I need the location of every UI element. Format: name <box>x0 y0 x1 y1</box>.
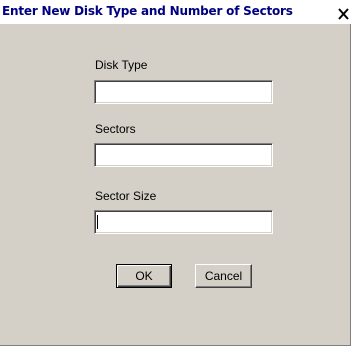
close-button[interactable] <box>337 7 351 21</box>
close-icon <box>337 8 351 20</box>
text-caret <box>97 215 98 229</box>
cancel-button[interactable]: Cancel <box>195 264 252 288</box>
title-bar[interactable]: Enter New Disk Type and Number of Sector… <box>0 0 351 24</box>
sectors-input[interactable] <box>94 143 273 167</box>
ok-button[interactable]: OK <box>116 264 172 288</box>
disk-type-input[interactable] <box>94 80 273 104</box>
disk-type-label: Disk Type <box>95 58 148 72</box>
sector-size-input[interactable] <box>94 210 273 234</box>
sector-size-label: Sector Size <box>95 189 157 203</box>
sectors-label: Sectors <box>95 122 136 136</box>
window-title: Enter New Disk Type and Number of Sector… <box>2 4 293 18</box>
disk-type-dialog: Enter New Disk Type and Number of Sector… <box>0 0 351 346</box>
